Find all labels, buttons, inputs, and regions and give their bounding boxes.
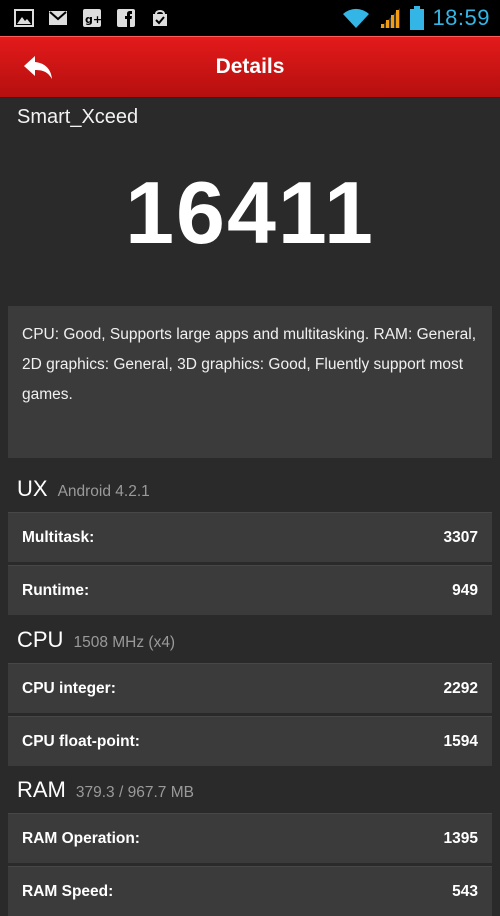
row-label: CPU integer:	[22, 679, 116, 697]
gallery-icon	[14, 9, 34, 27]
row-value: 1594	[443, 732, 478, 750]
score-row-cpu-float[interactable]: CPU float-point: 1594	[8, 716, 492, 766]
section-ux-header: UX Android 4.2.1	[17, 476, 150, 502]
summary-card: CPU: Good, Supports large apps and multi…	[8, 306, 492, 458]
signal-icon	[380, 8, 401, 28]
battery-icon	[410, 6, 425, 30]
row-value: 1395	[443, 829, 478, 847]
wifi-icon	[343, 8, 370, 28]
row-value: 543	[452, 882, 478, 900]
section-title: RAM	[17, 777, 66, 802]
page-title: Details	[215, 55, 285, 78]
section-cpu-header: CPU 1508 MHz (x4)	[17, 627, 175, 653]
row-value: 3307	[443, 528, 478, 546]
google-plus-icon: g+	[83, 9, 102, 27]
section-title: UX	[17, 476, 48, 501]
status-bar: g+ 18:59	[0, 0, 500, 36]
row-value: 949	[452, 581, 478, 599]
row-label: RAM Operation:	[22, 829, 140, 847]
facebook-icon	[117, 9, 135, 27]
row-label: Multitask:	[22, 528, 95, 546]
back-button[interactable]	[10, 45, 66, 89]
app-header: Details	[0, 36, 500, 98]
notification-icons: g+	[0, 8, 170, 28]
row-label: CPU float-point:	[22, 732, 140, 750]
play-store-icon	[153, 10, 167, 26]
section-title: CPU	[17, 627, 64, 652]
section-subtitle: 1508 MHz (x4)	[73, 634, 176, 651]
system-icons: 18:59	[342, 5, 500, 31]
score-row-ram-operation[interactable]: RAM Operation: 1395	[8, 813, 492, 863]
row-value: 2292	[443, 679, 478, 697]
total-score: 16411	[125, 163, 375, 262]
score-row-multitask[interactable]: Multitask: 3307	[8, 512, 492, 562]
gmail-icon	[49, 11, 67, 25]
summary-text: CPU: Good, Supports large apps and multi…	[22, 326, 477, 403]
device-name: Smart_Xceed	[17, 106, 139, 128]
row-label: Runtime:	[22, 581, 90, 599]
score-row-cpu-integer[interactable]: CPU integer: 2292	[8, 663, 492, 713]
clock: 18:59	[432, 5, 490, 30]
score-row-ram-speed[interactable]: RAM Speed: 543	[8, 866, 492, 916]
section-subtitle: 379.3 / 967.7 MB	[75, 784, 194, 801]
row-label: RAM Speed:	[22, 882, 114, 900]
section-ram-header: RAM 379.3 / 967.7 MB	[17, 777, 194, 803]
back-arrow-icon	[24, 56, 52, 79]
score-row-runtime[interactable]: Runtime: 949	[8, 565, 492, 615]
section-subtitle: Android 4.2.1	[57, 483, 150, 500]
svg-text:g+: g+	[85, 13, 102, 26]
